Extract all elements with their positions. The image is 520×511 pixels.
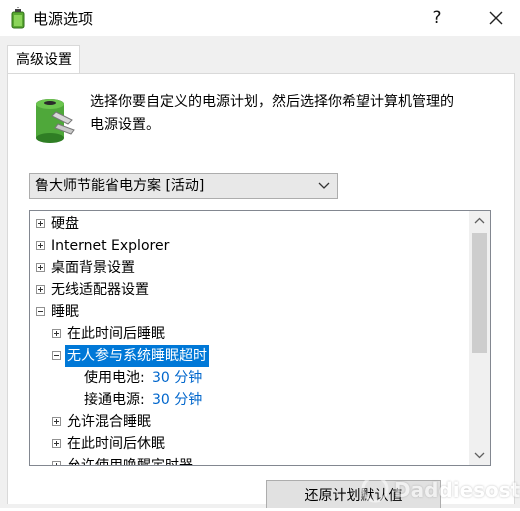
power-options-dialog: 电源选项 ? 高级设置 选择你要自定义的电源计划，然后选择你希望计算机管理的 电… bbox=[0, 0, 520, 508]
expand-icon[interactable] bbox=[52, 439, 61, 448]
intro-line-1: 选择你要自定义的电源计划，然后选择你希望计算机管理的 bbox=[90, 94, 454, 110]
intro-line-2: 电源设置。 bbox=[90, 117, 160, 133]
tree-node-internet-explorer[interactable]: Internet Explorer bbox=[36, 235, 466, 257]
watermark: Daddiesost bbox=[360, 470, 520, 508]
tree-node-unattended-sleep-timeout[interactable]: 无人参与系统睡眠超时 bbox=[52, 345, 466, 367]
expand-icon[interactable] bbox=[52, 461, 61, 465]
tree-node-plugged-in[interactable]: 接通电源: 30 分钟 bbox=[84, 389, 464, 411]
scroll-down-button[interactable] bbox=[469, 445, 490, 465]
close-button[interactable] bbox=[476, 0, 516, 36]
tree-node-hibernate-after[interactable]: 在此时间后休眠 bbox=[52, 433, 466, 455]
tree-node-label-selected: 无人参与系统睡眠超时 bbox=[65, 345, 209, 367]
tree-node-label: 在此时间后休眠 bbox=[67, 436, 165, 452]
intro-text: 选择你要自定义的电源计划，然后选择你希望计算机管理的 电源设置。 bbox=[90, 91, 500, 137]
tree-node-label: 无线适配器设置 bbox=[51, 282, 149, 298]
tree-node-label: 允许混合睡眠 bbox=[67, 414, 151, 430]
tree-node-hard-disk[interactable]: 硬盘 bbox=[36, 213, 466, 235]
scroll-thumb[interactable] bbox=[472, 233, 487, 353]
setting-value-link[interactable]: 30 分钟 bbox=[152, 389, 202, 411]
chevron-down-icon bbox=[474, 452, 485, 459]
help-button[interactable]: ? bbox=[420, 0, 454, 36]
tree-node-label: Internet Explorer bbox=[51, 238, 170, 254]
tree-node-wireless-adapter[interactable]: 无线适配器设置 bbox=[36, 279, 466, 301]
chevron-down-icon bbox=[318, 182, 330, 189]
setting-label: 接通电源: bbox=[84, 392, 145, 408]
tree-node-wake-timers[interactable]: 允许使用唤醒定时器 bbox=[52, 455, 466, 466]
power-plan-selected-value: 鲁大师节能省电方案 [活动] bbox=[35, 178, 205, 194]
tree-node-sleep-after[interactable]: 在此时间后睡眠 bbox=[52, 323, 466, 345]
tree-node-on-battery[interactable]: 使用电池: 30 分钟 bbox=[84, 367, 464, 389]
window-title: 电源选项 bbox=[33, 10, 94, 28]
watermark-logo-icon bbox=[361, 475, 389, 503]
tree-node-label: 睡眠 bbox=[51, 304, 79, 320]
title-bar: 电源选项 ? bbox=[0, 0, 520, 36]
watermark-text: Daddiesost bbox=[394, 478, 520, 502]
setting-label: 使用电池: bbox=[84, 370, 145, 386]
expand-icon[interactable] bbox=[36, 285, 45, 294]
tree-scrollbar[interactable] bbox=[469, 211, 490, 465]
close-icon bbox=[489, 11, 503, 25]
tree-node-label: 硬盘 bbox=[51, 216, 79, 232]
power-plan-dropdown[interactable]: 鲁大师节能省电方案 [活动] bbox=[29, 173, 338, 199]
scroll-up-button[interactable] bbox=[469, 211, 490, 231]
expand-icon[interactable] bbox=[36, 219, 45, 228]
tree-node-sleep[interactable]: 睡眠 bbox=[36, 301, 466, 323]
tree-node-hybrid-sleep[interactable]: 允许混合睡眠 bbox=[52, 411, 466, 433]
settings-tree[interactable]: 硬盘 Internet Explorer 桌面背景设置 无线适配器设置 睡眠 在… bbox=[29, 210, 491, 466]
tree-node-desktop-background[interactable]: 桌面背景设置 bbox=[36, 257, 466, 279]
collapse-icon[interactable] bbox=[36, 307, 45, 316]
chevron-up-icon bbox=[474, 217, 485, 224]
expand-icon[interactable] bbox=[36, 263, 45, 272]
collapse-icon[interactable] bbox=[52, 351, 61, 360]
tree-node-label: 允许使用唤醒定时器 bbox=[67, 458, 193, 466]
tree-node-label: 在此时间后睡眠 bbox=[67, 326, 165, 342]
setting-value-link[interactable]: 30 分钟 bbox=[152, 367, 202, 389]
battery-icon bbox=[11, 7, 25, 29]
power-plan-battery-icon bbox=[36, 99, 75, 143]
expand-icon[interactable] bbox=[36, 241, 45, 250]
tab-advanced-settings[interactable]: 高级设置 bbox=[7, 45, 80, 74]
tree-node-label: 桌面背景设置 bbox=[51, 260, 135, 276]
expand-icon[interactable] bbox=[52, 417, 61, 426]
expand-icon[interactable] bbox=[52, 329, 61, 338]
